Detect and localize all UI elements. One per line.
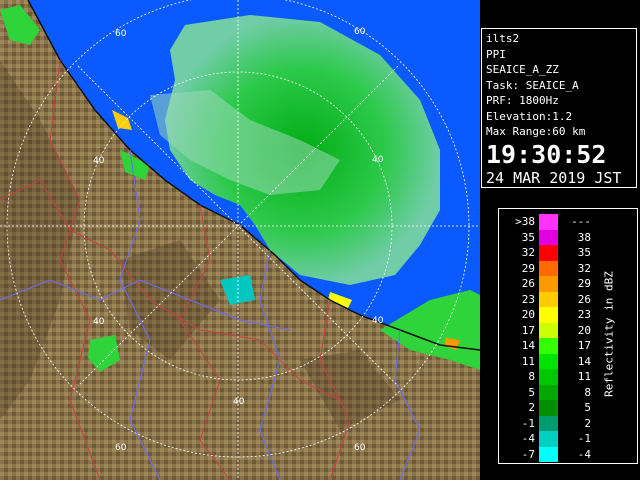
legend-lower-bound: -4	[521, 432, 535, 445]
legend-row: 23 26	[499, 291, 604, 307]
legend-row: 11 14	[499, 353, 604, 369]
legend-row: 14 17	[499, 338, 604, 354]
legend-upper-bound: 5	[584, 401, 591, 414]
legend-row: -4 -1	[499, 431, 604, 447]
legend-lower-bound: 17	[521, 323, 535, 337]
legend-upper-bound: 23	[577, 308, 591, 321]
legend-row: 20 23	[499, 307, 604, 323]
product-name: SEAICE_A_ZZ	[486, 63, 559, 76]
legend-row: 58	[499, 384, 604, 400]
legend-color-swatch	[539, 214, 558, 230]
legend-upper-bound: 20	[577, 323, 591, 337]
legend-row: 25	[499, 400, 604, 416]
legend-row: -7 -4	[499, 446, 604, 462]
legend-lower-bound: 32	[521, 246, 535, 259]
legend-lower-bound: 8	[528, 370, 535, 383]
legend-row: 32 35	[499, 245, 604, 261]
range-label: 60	[354, 27, 366, 37]
observation-time: 19:30:52	[486, 139, 607, 169]
legend-upper-bound: 35	[577, 246, 591, 259]
legend-lower-bound: 29	[521, 261, 535, 275]
legend-lower-bound: 26	[521, 277, 535, 290]
legend-lower-bound: 5	[528, 385, 535, 399]
legend-upper-bound: 26	[577, 292, 591, 306]
station-name: ilts2	[486, 32, 520, 45]
observation-date: 24 MAR 2019 JST	[486, 168, 622, 187]
legend-row: >38 ---	[499, 214, 604, 230]
range-label: 40	[233, 397, 245, 407]
reflectivity-legend: >38 --- 35 38 32 35 29 32 26 29 23 26 20 23 17 20 14 17 11…	[498, 208, 638, 464]
legend-row: 29 32	[499, 260, 604, 276]
legend-color-swatch	[539, 276, 558, 292]
legend-upper-bound: -1	[577, 432, 591, 445]
legend-color-swatch	[539, 415, 558, 431]
product-type: PPI	[486, 47, 506, 61]
legend-color-swatch	[539, 353, 558, 369]
legend-title-box: Reflectivity in dBZ	[595, 259, 623, 409]
legend-upper-bound: 17	[577, 339, 591, 352]
prf-value: PRF: 1800Hz	[486, 94, 559, 107]
range-label: 60	[115, 29, 127, 39]
legend-upper-bound: 14	[577, 354, 591, 368]
legend-lower-bound: 11	[521, 354, 535, 368]
range-label: 40	[372, 155, 384, 165]
legend-title: Reflectivity in dBZ	[602, 271, 616, 397]
legend-upper-bound: 29	[577, 277, 591, 290]
legend-lower-bound: -7	[521, 447, 535, 461]
legend-color-swatch	[539, 229, 558, 245]
legend-upper-bound: 38	[577, 230, 591, 244]
legend-row: 8 11	[499, 369, 604, 385]
elevation-value: Elevation:1.2	[486, 109, 573, 123]
legend-upper-bound: 11	[577, 370, 591, 383]
legend-upper-bound: -4	[577, 447, 591, 461]
max-range-value: Max Range:60 km	[486, 125, 586, 138]
range-label: 40	[372, 316, 384, 326]
legend-color-swatch	[539, 322, 558, 338]
legend-color-swatch	[539, 245, 558, 261]
legend-lower-bound: 20	[521, 308, 535, 321]
legend-color-swatch	[539, 400, 558, 416]
legend-lower-bound: >38	[515, 215, 535, 228]
legend-lower-bound: 23	[521, 292, 535, 306]
range-label: 60	[115, 443, 127, 453]
legend-color-swatch	[539, 431, 558, 447]
range-label: 40	[93, 317, 105, 327]
legend-color-swatch	[539, 384, 558, 400]
legend-upper-bound: 8	[584, 385, 591, 399]
legend-lower-bound: 35	[521, 230, 535, 244]
legend-lower-bound: -1	[521, 416, 535, 430]
legend-color-swatch	[539, 338, 558, 354]
legend-color-swatch	[539, 291, 558, 307]
range-label: 40	[93, 156, 105, 166]
legend-lower-bound: 14	[521, 339, 535, 352]
legend-upper-bound: ---	[571, 215, 591, 228]
range-label: 60	[354, 443, 366, 453]
legend-color-swatch	[539, 369, 558, 385]
radar-ppi-map: 60 60 40 40 40 40 40 60 60	[0, 0, 480, 480]
legend-row: 17 20	[499, 322, 604, 338]
legend-color-swatch	[539, 260, 558, 276]
task-name: Task: SEAICE_A	[486, 78, 579, 92]
legend-row: -1 2	[499, 415, 604, 431]
legend-upper-bound: 32	[577, 261, 591, 275]
legend-lower-bound: 2	[528, 401, 535, 414]
info-panel: ilts2 PPI SEAICE_A_ZZ Task: SEAICE_A PRF…	[481, 28, 637, 188]
legend-color-swatch	[539, 446, 558, 462]
legend-row: 35 38	[499, 229, 604, 245]
legend-color-swatch	[539, 307, 558, 323]
legend-row: 26 29	[499, 276, 604, 292]
legend-upper-bound: 2	[584, 416, 591, 430]
